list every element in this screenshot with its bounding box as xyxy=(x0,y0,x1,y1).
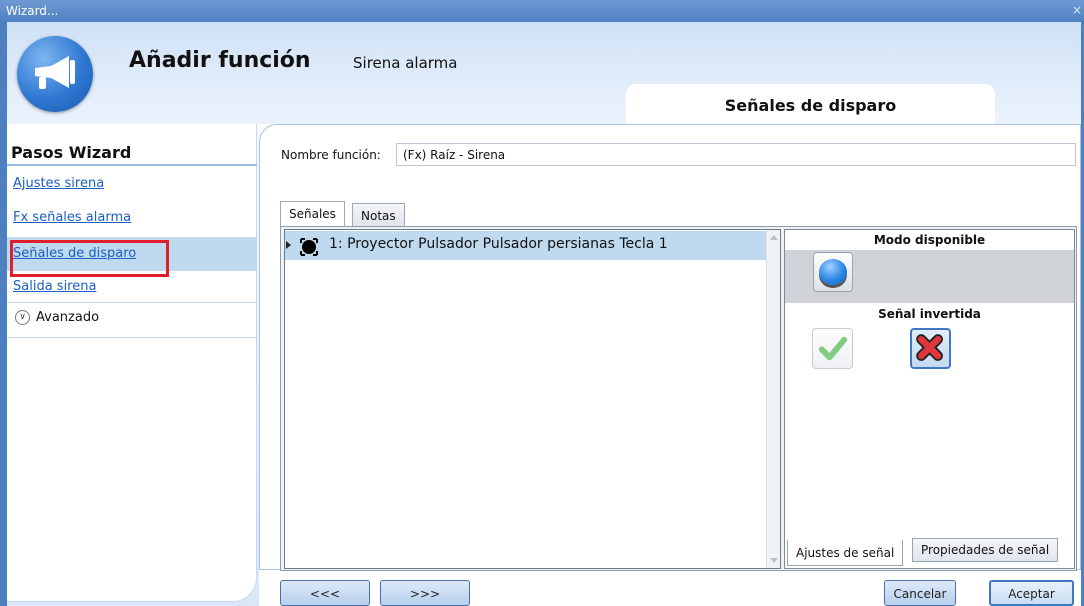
next-button[interactable]: >>> xyxy=(380,580,470,606)
accept-button[interactable]: Aceptar xyxy=(989,580,1074,606)
scroll-up-icon[interactable] xyxy=(770,235,778,240)
step-banner: Señales de disparo xyxy=(626,84,995,124)
function-name-label: Nombre función: xyxy=(281,148,381,162)
sidebar-title: Pasos Wizard xyxy=(11,143,132,162)
next-label: >>> xyxy=(409,587,441,601)
pushbutton-icon xyxy=(300,238,318,256)
inverted-header: Señal invertida xyxy=(878,307,981,321)
scroll-down-icon[interactable] xyxy=(770,558,778,563)
page-subtitle: Sirena alarma xyxy=(353,54,458,72)
red-x-icon xyxy=(916,334,943,361)
tab-notas[interactable]: Notas xyxy=(352,203,405,227)
row-expander-icon[interactable] xyxy=(286,241,291,249)
main-content: Nombre función: Señales Notas 1: Proyect… xyxy=(259,124,1081,606)
sidebar-item-ajustes-sirena[interactable]: Ajustes sirena xyxy=(7,167,257,201)
tab-propiedades-de-senal[interactable]: Propiedades de señal xyxy=(912,538,1059,562)
inverted-no-button[interactable] xyxy=(812,328,853,369)
page-title: Añadir función xyxy=(129,48,311,73)
advanced-toggle[interactable]: ∨ Avanzado xyxy=(15,310,99,325)
sidebar-separator xyxy=(7,302,257,303)
window-title: Wizard... xyxy=(6,4,59,18)
sidebar-item-label: Fx señales alarma xyxy=(13,210,132,225)
wizard-frame: Añadir función Sirena alarma Señales de … xyxy=(7,22,1081,606)
mode-header: Modo disponible xyxy=(873,233,986,247)
sidebar-item-senales-de-disparo[interactable]: Señales de disparo xyxy=(7,237,257,277)
sidebar-item-salida-sirena[interactable]: Salida sirena xyxy=(7,270,257,304)
signal-label: 1: Proyector Pulsador Pulsador persianas… xyxy=(329,236,668,252)
previous-button[interactable]: <<< xyxy=(280,580,370,606)
sidebar-item-label: Ajustes sirena xyxy=(13,176,105,191)
function-name-input[interactable] xyxy=(396,143,1076,166)
tab-ajustes-de-senal[interactable]: Ajustes de señal xyxy=(787,540,904,566)
sidebar-item-label: Salida sirena xyxy=(13,279,97,294)
tab-senales[interactable]: Señales xyxy=(280,201,345,226)
sidebar-separator xyxy=(7,337,257,338)
checkmark-icon xyxy=(818,336,848,361)
vertical-scrollbar[interactable] xyxy=(766,230,780,568)
signal-properties-panel: Modo disponible Señal invertida xyxy=(784,229,1075,569)
window-titlebar: Wizard... × xyxy=(0,0,1084,22)
mode-area xyxy=(785,250,1074,303)
cancel-button[interactable]: Cancelar xyxy=(884,580,956,606)
inverted-yes-button[interactable] xyxy=(910,328,951,369)
signals-tab-panel: 1: Proyector Pulsador Pulsador persianas… xyxy=(280,226,1077,571)
sidebar-panel: Pasos Wizard Ajustes sirena Fx señales a… xyxy=(7,124,257,602)
close-icon[interactable]: × xyxy=(1072,3,1082,17)
signal-list[interactable]: 1: Proyector Pulsador Pulsador persianas… xyxy=(284,229,781,569)
advanced-label: Avanzado xyxy=(36,310,100,325)
megaphone-icon xyxy=(17,36,93,112)
list-item[interactable]: 1: Proyector Pulsador Pulsador persianas… xyxy=(285,231,766,260)
sidebar-item-fx-senales-alarma[interactable]: Fx señales alarma xyxy=(7,201,257,235)
sidebar-item-label: Señales de disparo xyxy=(13,246,137,261)
accept-label: Aceptar xyxy=(1008,587,1055,601)
blue-pushbutton-icon xyxy=(819,259,847,285)
wizard-steps-sidebar: Pasos Wizard Ajustes sirena Fx señales a… xyxy=(7,124,263,606)
chevron-down-circle-icon: ∨ xyxy=(15,310,30,325)
previous-label: <<< xyxy=(309,587,341,601)
wizard-header: Añadir función Sirena alarma Señales de … xyxy=(7,22,1081,124)
cancel-label: Cancelar xyxy=(893,587,947,601)
sidebar-divider xyxy=(7,164,257,166)
blue-pushbutton-mode-button[interactable] xyxy=(813,252,853,292)
